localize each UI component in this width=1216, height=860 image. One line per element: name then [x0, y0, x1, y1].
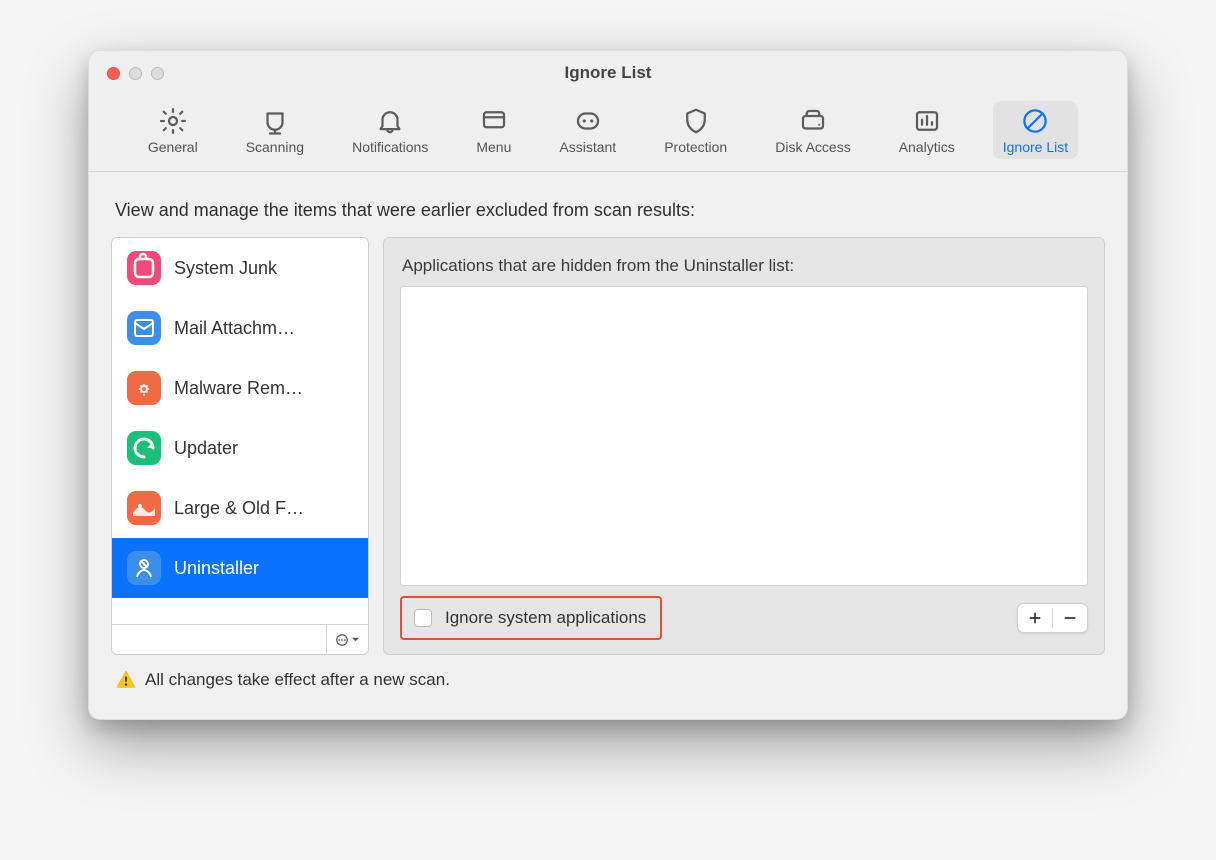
- preferences-window: Ignore List General Scanning Notificatio…: [88, 50, 1128, 720]
- tab-label: Protection: [664, 139, 727, 155]
- ban-icon: [1020, 107, 1050, 135]
- zoom-window-button[interactable]: [151, 67, 164, 80]
- tab-label: Notifications: [352, 139, 428, 155]
- tab-label: Disk Access: [775, 139, 850, 155]
- add-button[interactable]: [1018, 604, 1052, 632]
- ignore-system-apps-checkbox[interactable]: [414, 609, 432, 627]
- tab-scanning[interactable]: Scanning: [236, 101, 314, 159]
- sidebar-item-updater[interactable]: Updater: [112, 418, 368, 478]
- tab-label: Scanning: [246, 139, 304, 155]
- sidebar-item-uninstaller[interactable]: Uninstaller: [112, 538, 368, 598]
- footer-note: All changes take effect after a new scan…: [145, 670, 450, 690]
- footer: All changes take effect after a new scan…: [111, 655, 1105, 707]
- sidebar-item-label: Mail Attachm…: [174, 318, 295, 339]
- panes: System Junk Mail Attachm… Malware Rem… U…: [111, 237, 1105, 655]
- bell-icon: [375, 107, 405, 135]
- preferences-toolbar: General Scanning Notifications Menu Assi…: [89, 95, 1127, 172]
- tab-label: General: [148, 139, 198, 155]
- chart-icon: [912, 107, 942, 135]
- titlebar: Ignore List: [89, 51, 1127, 95]
- tab-label: Analytics: [899, 139, 955, 155]
- disk-icon: [798, 107, 828, 135]
- sidebar-item-icon: [126, 430, 162, 466]
- ignore-system-apps-highlight: Ignore system applications: [400, 596, 662, 640]
- main-heading: Applications that are hidden from the Un…: [402, 256, 1086, 276]
- remove-button[interactable]: [1053, 604, 1087, 632]
- main-panel: Applications that are hidden from the Un…: [383, 237, 1105, 655]
- tab-analytics[interactable]: Analytics: [889, 101, 965, 159]
- sidebar-item-icon: [126, 550, 162, 586]
- minimize-window-button[interactable]: [129, 67, 142, 80]
- tab-assistant[interactable]: Assistant: [549, 101, 626, 159]
- tab-ignore-list[interactable]: Ignore List: [993, 101, 1078, 159]
- close-window-button[interactable]: [107, 67, 120, 80]
- ignored-apps-list[interactable]: [400, 286, 1088, 586]
- sidebar-item-label: Malware Rem…: [174, 378, 303, 399]
- sidebar-item-mail-attachm[interactable]: Mail Attachm…: [112, 298, 368, 358]
- scan-icon: [260, 107, 290, 135]
- sidebar-item-label: Uninstaller: [174, 558, 259, 579]
- category-sidebar: System Junk Mail Attachm… Malware Rem… U…: [111, 237, 369, 655]
- tab-notifications[interactable]: Notifications: [342, 101, 438, 159]
- sidebar-item-malware-rem[interactable]: Malware Rem…: [112, 358, 368, 418]
- sidebar-item-system-junk[interactable]: System Junk: [112, 238, 368, 298]
- tab-menu[interactable]: Menu: [466, 101, 521, 159]
- sidebar-item-label: Large & Old F…: [174, 498, 304, 519]
- shield-icon: [681, 107, 711, 135]
- sidebar-search-input[interactable]: [112, 625, 326, 654]
- traffic-lights: [89, 67, 164, 80]
- ignore-system-apps-label[interactable]: Ignore system applications: [445, 608, 646, 628]
- window-title: Ignore List: [89, 63, 1127, 83]
- sidebar-item-icon: [126, 310, 162, 346]
- sidebar-item-icon: [126, 250, 162, 286]
- sidebar-item-large-old-f[interactable]: Large & Old F…: [112, 478, 368, 538]
- sidebar-footer: [112, 624, 368, 654]
- tab-general[interactable]: General: [138, 101, 208, 159]
- category-list: System Junk Mail Attachm… Malware Rem… U…: [112, 238, 368, 624]
- tab-label: Assistant: [559, 139, 616, 155]
- sidebar-item-icon: [126, 490, 162, 526]
- tab-protection[interactable]: Protection: [654, 101, 737, 159]
- sidebar-item-label: System Junk: [174, 258, 277, 279]
- main-bottom-row: Ignore system applications: [400, 596, 1088, 640]
- tab-label: Menu: [476, 139, 511, 155]
- sidebar-item-label: Updater: [174, 438, 238, 459]
- tab-disk-access[interactable]: Disk Access: [765, 101, 860, 159]
- sidebar-item-icon: [126, 370, 162, 406]
- gear-icon: [158, 107, 188, 135]
- menu-icon: [479, 107, 509, 135]
- tab-label: Ignore List: [1003, 139, 1068, 155]
- warning-icon: [115, 669, 137, 691]
- intro-text: View and manage the items that were earl…: [115, 200, 1101, 221]
- sidebar-filter-menu[interactable]: [326, 625, 368, 654]
- add-remove-buttons: [1017, 603, 1088, 633]
- assistant-icon: [573, 107, 603, 135]
- content: View and manage the items that were earl…: [89, 172, 1127, 719]
